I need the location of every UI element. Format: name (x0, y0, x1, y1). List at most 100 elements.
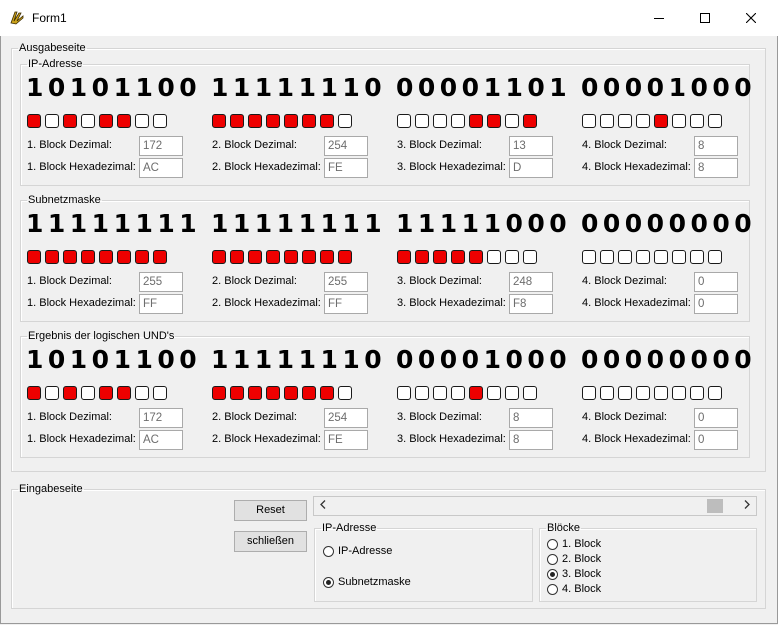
bit-led (117, 250, 131, 264)
subnet-mask-block-2-binary: 11111111 (211, 209, 387, 238)
bit-led (63, 114, 77, 128)
radio-label: Subnetzmaske (338, 576, 411, 588)
subnet-mask-block-3-binary: 11111000 (396, 209, 572, 238)
bit-led (320, 114, 334, 128)
subnet-mask-block-3-hex-label: 3. Block Hexadezimal: (397, 297, 506, 309)
bit-led (266, 386, 280, 400)
bit-led (469, 250, 483, 264)
radio-ip-address[interactable]: IP-Adresse (323, 545, 392, 557)
bit-led (582, 114, 596, 128)
ip-address-block-1-binary: 10101100 (26, 73, 202, 102)
bit-led (582, 250, 596, 264)
ip-address-block-2-hex-field[interactable]: FE (324, 158, 368, 178)
bit-led (153, 250, 167, 264)
chevron-right-icon (744, 500, 750, 509)
bit-led (451, 386, 465, 400)
reset-button[interactable]: Reset (234, 500, 307, 521)
bit-led (99, 250, 113, 264)
radio-subnet-mask[interactable]: Subnetzmaske (323, 576, 411, 588)
and-result-block-2-hex-field[interactable]: FE (324, 430, 368, 450)
subnet-mask-block-1-decimal-field[interactable]: 255 (139, 272, 183, 292)
subnet-mask-block-3-decimal-field[interactable]: 248 (509, 272, 553, 292)
ip-address-block-2-decimal-field[interactable]: 254 (324, 136, 368, 156)
bit-led (302, 114, 316, 128)
subnet-mask-block-1-hex-field[interactable]: FF (139, 294, 183, 314)
subnet-mask-block-3-decimal-label: 3. Block Dezimal: (397, 275, 482, 287)
ip-address-block-1-decimal-field[interactable]: 172 (139, 136, 183, 156)
bit-led (63, 250, 77, 264)
and-result-block-4-hex-field[interactable]: 0 (694, 430, 738, 450)
ip-address-block-4-decimal-label: 4. Block Dezimal: (582, 139, 667, 151)
ip-address-block-4-led-row (582, 114, 722, 128)
radio-block-3[interactable]: 3. Block (547, 568, 601, 580)
ip-address-block-1-hex-field[interactable]: AC (139, 158, 183, 178)
scroll-thumb[interactable] (707, 499, 723, 513)
subnet-mask-block-3-hex-field[interactable]: F8 (509, 294, 553, 314)
bit-led (618, 114, 632, 128)
maximize-button[interactable] (682, 0, 728, 36)
radio-label: 3. Block (562, 568, 602, 580)
bit-led (415, 114, 429, 128)
and-result-block-1-hex-field[interactable]: AC (139, 430, 183, 450)
bit-led (708, 386, 722, 400)
ip-address-block-4-hex-label: 4. Block Hexadezimal: (582, 161, 691, 173)
bit-led (433, 114, 447, 128)
bit-led (672, 386, 686, 400)
title-bar[interactable]: Form1 (0, 0, 778, 36)
subnet-mask-block-4-decimal-field[interactable]: 0 (694, 272, 738, 292)
subnet-mask-block-1-led-row (27, 250, 167, 264)
ip-address-block-4-decimal-field[interactable]: 8 (694, 136, 738, 156)
bit-led (690, 114, 704, 128)
block-value-scrollbar[interactable] (313, 496, 757, 516)
bit-led (248, 114, 262, 128)
and-result-block-1-decimal-field[interactable]: 172 (139, 408, 183, 428)
bit-led (600, 250, 614, 264)
scroll-right-button[interactable] (738, 497, 755, 515)
subnet-mask-block-2-decimal-field[interactable]: 255 (324, 272, 368, 292)
ip-address-block-4-hex-field[interactable]: 8 (694, 158, 738, 178)
bit-led (230, 386, 244, 400)
and-result-block-2-binary: 11111110 (211, 345, 387, 374)
bit-led (487, 250, 501, 264)
ip-address-block-1-decimal-label: 1. Block Dezimal: (27, 139, 112, 151)
close-window-button[interactable] (728, 0, 774, 36)
bit-led (81, 114, 95, 128)
bit-led (212, 114, 226, 128)
and-result-block-4-hex-label: 4. Block Hexadezimal: (582, 433, 691, 445)
bit-led (505, 114, 519, 128)
and-result-block-3-hex-field[interactable]: 8 (509, 430, 553, 450)
bit-led (45, 114, 59, 128)
radio-block-1[interactable]: 1. Block (547, 538, 601, 550)
bit-led (153, 386, 167, 400)
bit-led (708, 250, 722, 264)
ip-address-block-4-binary: 00001000 (581, 73, 757, 102)
bit-led (469, 114, 483, 128)
and-result-block-2-decimal-field[interactable]: 254 (324, 408, 368, 428)
minimize-button[interactable] (636, 0, 682, 36)
maximize-icon (700, 13, 710, 23)
subnet-mask-block-4-decimal-label: 4. Block Dezimal: (582, 275, 667, 287)
radio-circle (547, 538, 558, 550)
bit-led (27, 386, 41, 400)
and-result-block-3-binary: 00001000 (396, 345, 572, 374)
bit-led (636, 386, 650, 400)
radio-block-4[interactable]: 4. Block (547, 583, 601, 595)
bit-led (523, 386, 537, 400)
ip-address-block-3-decimal-field[interactable]: 13 (509, 136, 553, 156)
scroll-left-button[interactable] (314, 497, 331, 515)
bit-led (266, 114, 280, 128)
and-result-block-4-decimal-field[interactable]: 0 (694, 408, 738, 428)
radio-block-2[interactable]: 2. Block (547, 553, 601, 565)
bit-led (415, 386, 429, 400)
ip-address-block-3-hex-field[interactable]: D (509, 158, 553, 178)
close-button[interactable]: schließen (234, 531, 307, 552)
bit-led (397, 386, 411, 400)
and-result-block-3-decimal-field[interactable]: 8 (509, 408, 553, 428)
bit-led (135, 114, 149, 128)
subnet-mask-block-4-hex-field[interactable]: 0 (694, 294, 738, 314)
subnet-mask-block-2-hex-field[interactable]: FF (324, 294, 368, 314)
subnet-mask-block-4-led-row (582, 250, 722, 264)
subnet-mask-block-3-led-row (397, 250, 537, 264)
bit-led (212, 386, 226, 400)
bit-led (230, 250, 244, 264)
